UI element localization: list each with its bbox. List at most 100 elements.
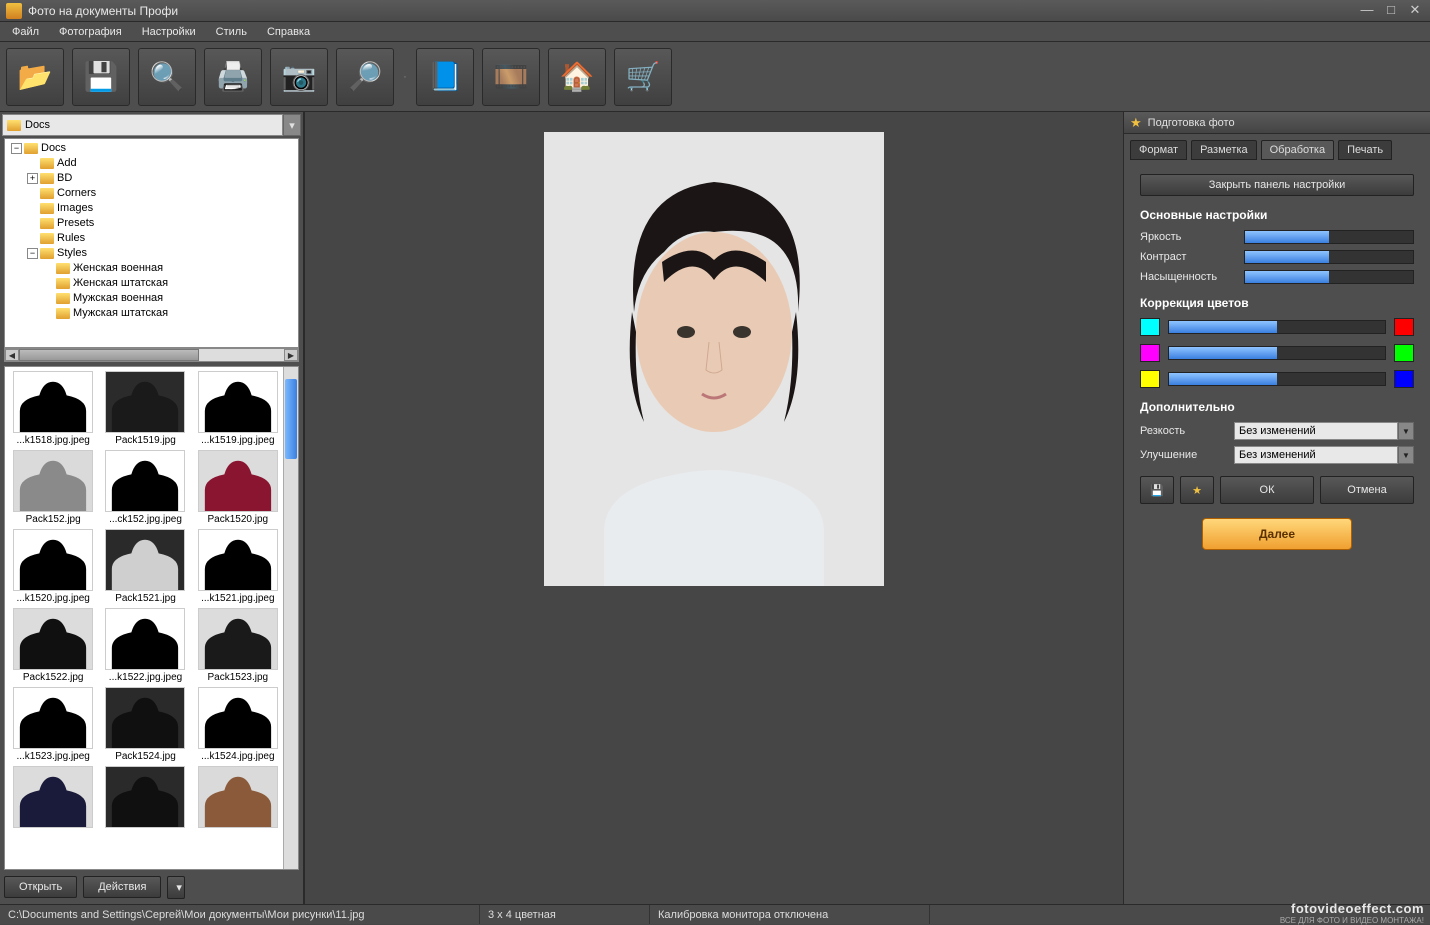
menu-справка[interactable]: Справка bbox=[259, 24, 318, 40]
thumbnail-item[interactable]: Pack152.jpg bbox=[9, 450, 97, 525]
thumbnail-item[interactable]: ...k1519.jpg.jpeg bbox=[194, 371, 282, 446]
tree-expand-icon[interactable]: + bbox=[27, 173, 38, 184]
improve-combo[interactable]: Без изменений ▼ bbox=[1234, 446, 1414, 464]
tab-Формат[interactable]: Формат bbox=[1130, 140, 1187, 160]
thumbnail-image bbox=[13, 766, 93, 828]
slider-Яркость[interactable] bbox=[1244, 230, 1414, 244]
close-button[interactable]: ✕ bbox=[1406, 4, 1424, 18]
thumbnail-item[interactable]: Pack1519.jpg bbox=[101, 371, 189, 446]
thumbnail-image bbox=[198, 766, 278, 828]
tree-node[interactable]: BD bbox=[57, 172, 72, 184]
color-slider[interactable] bbox=[1168, 346, 1386, 360]
tree-node[interactable]: Rules bbox=[57, 232, 85, 244]
thumbnail-item[interactable]: ...k1520.jpg.jpeg bbox=[9, 529, 97, 604]
sharpness-label: Резкость bbox=[1140, 425, 1226, 437]
tree-collapse-icon[interactable]: − bbox=[11, 143, 22, 154]
favorite-preset-button[interactable]: ★ bbox=[1180, 476, 1214, 504]
tree-collapse-icon[interactable]: − bbox=[27, 248, 38, 259]
actions-button[interactable]: Действия bbox=[83, 876, 161, 898]
scroll-left-icon[interactable]: ◀ bbox=[5, 349, 19, 361]
thumbnail-item[interactable] bbox=[101, 766, 189, 830]
menu-файл[interactable]: Файл bbox=[4, 24, 47, 40]
toolbar-help-book[interactable]: 📘 bbox=[416, 48, 474, 106]
thumbnail-image bbox=[105, 450, 185, 512]
folder-path-dropdown[interactable]: ▾ bbox=[283, 114, 301, 136]
thumbnail-item[interactable] bbox=[9, 766, 97, 830]
tab-Печать[interactable]: Печать bbox=[1338, 140, 1392, 160]
preview-zoom-icon: 🔎 bbox=[348, 60, 383, 93]
toolbar-zoom-user[interactable]: 🔍 bbox=[138, 48, 196, 106]
thumbnail-item[interactable]: ...k1524.jpg.jpeg bbox=[194, 687, 282, 762]
save-preset-button[interactable]: 💾 bbox=[1140, 476, 1174, 504]
scroll-thumb[interactable] bbox=[285, 379, 297, 459]
thumbnail-item[interactable]: Pack1523.jpg bbox=[194, 608, 282, 683]
minimize-button[interactable]: — bbox=[1358, 4, 1376, 18]
thumbnail-item[interactable]: ...ck152.jpg.jpeg bbox=[101, 450, 189, 525]
tree-node[interactable]: Presets bbox=[57, 217, 94, 229]
color-swatch-left bbox=[1140, 344, 1160, 362]
section-basic-title: Основные настройки bbox=[1140, 208, 1414, 222]
tree-node[interactable]: Женская штатская bbox=[73, 277, 168, 289]
tab-Разметка[interactable]: Разметка bbox=[1191, 140, 1257, 160]
toolbar: 📂💾🔍🖨️📷🔎·📘🎞️🏠🛒 bbox=[0, 42, 1430, 112]
close-settings-button[interactable]: Закрыть панель настройки bbox=[1140, 174, 1414, 196]
toolbar-print[interactable]: 🖨️ bbox=[204, 48, 262, 106]
actions-dropdown[interactable]: ▾ bbox=[167, 876, 185, 899]
tree-node[interactable]: Женская военная bbox=[73, 262, 163, 274]
tree-node[interactable]: Styles bbox=[57, 247, 87, 259]
toolbar-preview-zoom[interactable]: 🔎 bbox=[336, 48, 394, 106]
thumbnail-item[interactable]: ...k1523.jpg.jpeg bbox=[9, 687, 97, 762]
tree-node[interactable]: Мужская военная bbox=[73, 292, 163, 304]
folder-icon bbox=[7, 120, 21, 131]
folder-path-select[interactable]: Docs bbox=[2, 114, 283, 136]
open-button[interactable]: Открыть bbox=[4, 876, 77, 898]
scroll-thumb[interactable] bbox=[19, 349, 199, 361]
thumbnail-item[interactable]: ...k1518.jpg.jpeg bbox=[9, 371, 97, 446]
tree-node[interactable]: Мужская штатская bbox=[73, 307, 168, 319]
scroll-right-icon[interactable]: ▶ bbox=[284, 349, 298, 361]
photo-preview[interactable] bbox=[544, 132, 884, 586]
thumbnail-item[interactable]: Pack1522.jpg bbox=[9, 608, 97, 683]
tree-node[interactable]: Docs bbox=[41, 142, 66, 154]
slider-Насыщенность[interactable] bbox=[1244, 270, 1414, 284]
ok-button[interactable]: ОК bbox=[1220, 476, 1314, 504]
color-slider[interactable] bbox=[1168, 372, 1386, 386]
maximize-button[interactable]: □ bbox=[1382, 4, 1400, 18]
watermark: fotovideoeffect.com ВСЕ ДЛЯ ФОТО И ВИДЕО… bbox=[1280, 901, 1424, 925]
tree-node[interactable]: Corners bbox=[57, 187, 96, 199]
thumbnail-item[interactable]: Pack1520.jpg bbox=[194, 450, 282, 525]
thumbnail-item[interactable]: ...k1521.jpg.jpeg bbox=[194, 529, 282, 604]
cart-icon: 🛒 bbox=[626, 60, 661, 93]
menu-стиль[interactable]: Стиль bbox=[208, 24, 255, 40]
thumbnail-label: ...ck152.jpg.jpeg bbox=[101, 514, 189, 525]
sharpness-combo[interactable]: Без изменений ▼ bbox=[1234, 422, 1414, 440]
thumbnail-item[interactable]: Pack1521.jpg bbox=[101, 529, 189, 604]
chevron-down-icon[interactable]: ▼ bbox=[1398, 422, 1414, 440]
tab-Обработка[interactable]: Обработка bbox=[1261, 140, 1334, 160]
next-button[interactable]: Далее bbox=[1202, 518, 1352, 550]
toolbar-save-file[interactable]: 💾 bbox=[72, 48, 130, 106]
color-slider[interactable] bbox=[1168, 320, 1386, 334]
improve-label: Улучшение bbox=[1140, 449, 1226, 461]
tree-node[interactable]: Images bbox=[57, 202, 93, 214]
toolbar-media-reel[interactable]: 🎞️ bbox=[482, 48, 540, 106]
menu-фотография[interactable]: Фотография bbox=[51, 24, 130, 40]
tree-node[interactable]: Add bbox=[57, 157, 77, 169]
menu-настройки[interactable]: Настройки bbox=[134, 24, 204, 40]
thumbnail-image bbox=[13, 687, 93, 749]
thumbnail-scrollbar[interactable] bbox=[283, 367, 298, 869]
chevron-down-icon[interactable]: ▼ bbox=[1398, 446, 1414, 464]
toolbar-cart[interactable]: 🛒 bbox=[614, 48, 672, 106]
toolbar-home[interactable]: 🏠 bbox=[548, 48, 606, 106]
cancel-button[interactable]: Отмена bbox=[1320, 476, 1414, 504]
toolbar-open-file[interactable]: 📂 bbox=[6, 48, 64, 106]
folder-tree[interactable]: − Docs Add + BD Corners Images Presets Rules − St… bbox=[4, 138, 299, 348]
toolbar-camera[interactable]: 📷 bbox=[270, 48, 328, 106]
thumbnail-image bbox=[105, 766, 185, 828]
slider-Контраст[interactable] bbox=[1244, 250, 1414, 264]
thumbnail-label: Pack1519.jpg bbox=[101, 435, 189, 446]
thumbnail-item[interactable] bbox=[194, 766, 282, 830]
thumbnail-item[interactable]: ...k1522.jpg.jpeg bbox=[101, 608, 189, 683]
tree-horizontal-scrollbar[interactable]: ◀ ▶ bbox=[4, 348, 299, 362]
thumbnail-item[interactable]: Pack1524.jpg bbox=[101, 687, 189, 762]
